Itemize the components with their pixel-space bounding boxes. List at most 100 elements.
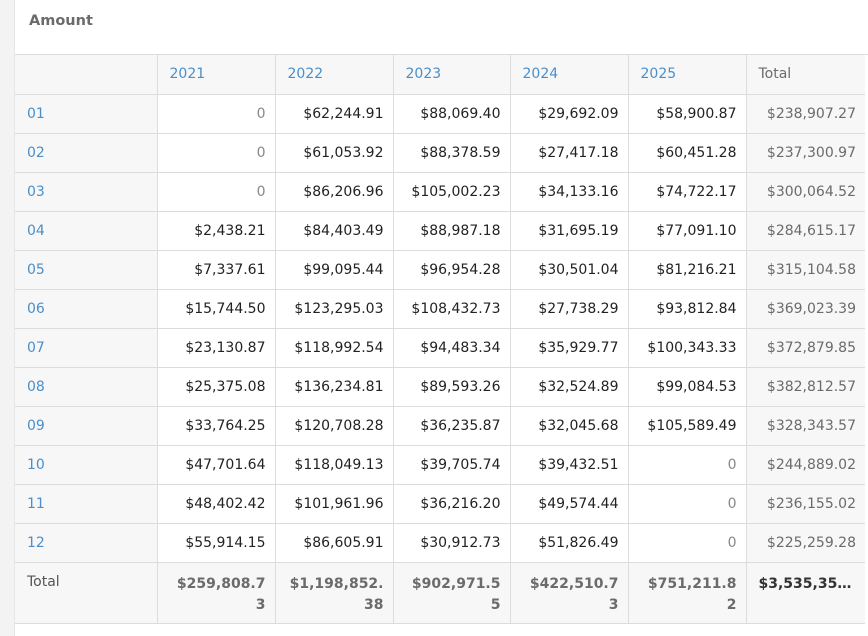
table-row: 03 0 $86,206.96 $105,002.23 $34,133.16 $74,72… bbox=[15, 172, 865, 212]
row-header[interactable]: 07 bbox=[15, 328, 158, 368]
value-cell: $55,914.15 bbox=[157, 523, 276, 563]
value-cell: $27,738.29 bbox=[510, 289, 629, 329]
row-total-cell: $236,155.02 bbox=[746, 484, 865, 524]
value-cell: $48,402.42 bbox=[157, 484, 276, 524]
row-header[interactable]: 09 bbox=[15, 406, 158, 446]
table-row: 10 $47,701.64 $118,049.13 $39,705.74 $39,432… bbox=[15, 445, 865, 485]
value-cell: $39,432.51 bbox=[510, 445, 629, 485]
value-cell: $86,206.96 bbox=[275, 172, 394, 212]
grand-total-cell: $3,535,355... bbox=[746, 562, 865, 624]
column-header-total: Total bbox=[746, 55, 865, 95]
value-cell: $99,095.44 bbox=[275, 250, 394, 290]
value-cell: $99,084.53 bbox=[628, 367, 747, 407]
value-cell: $33,764.25 bbox=[157, 406, 276, 446]
table-row: 01 0 $62,244.91 $88,069.40 $29,692.09 $58,900… bbox=[15, 94, 865, 134]
column-total-cell: $259,808.73 bbox=[157, 562, 276, 624]
table-row: 09 $33,764.25 $120,708.28 $36,235.87 $32,045… bbox=[15, 406, 865, 446]
row-total-cell: $237,300.97 bbox=[746, 133, 865, 173]
row-total-cell: $382,812.57 bbox=[746, 367, 865, 407]
value-cell: $93,812.84 bbox=[628, 289, 747, 329]
value-cell: $105,002.23 bbox=[393, 172, 511, 212]
value-cell: $105,589.49 bbox=[628, 406, 747, 446]
column-total-cell: $422,510.73 bbox=[510, 562, 629, 624]
pivot-table-panel: Amount 2021 2022 2023 2024 2025 Total 01… bbox=[14, 0, 868, 636]
totals-row-label: Total bbox=[15, 562, 158, 624]
value-cell: 0 bbox=[157, 172, 276, 212]
column-total-cell: $1,198,852.38 bbox=[275, 562, 394, 624]
value-cell: $136,234.81 bbox=[275, 367, 394, 407]
value-cell: $30,501.04 bbox=[510, 250, 629, 290]
value-cell: $49,574.44 bbox=[510, 484, 629, 524]
value-cell: 0 bbox=[628, 484, 747, 524]
value-cell: $120,708.28 bbox=[275, 406, 394, 446]
table-row: 07 $23,130.87 $118,992.54 $94,483.34 $35,929… bbox=[15, 328, 865, 368]
row-total-cell: $225,259.28 bbox=[746, 523, 865, 563]
table-row: 05 $7,337.61 $99,095.44 $96,954.28 $30,501.0… bbox=[15, 250, 865, 290]
value-cell: 0 bbox=[157, 94, 276, 134]
row-header[interactable]: 02 bbox=[15, 133, 158, 173]
value-cell: $77,091.10 bbox=[628, 211, 747, 251]
value-cell: $39,705.74 bbox=[393, 445, 511, 485]
column-header-2025[interactable]: 2025 bbox=[628, 55, 747, 95]
value-cell: $100,343.33 bbox=[628, 328, 747, 368]
table-row: 11 $48,402.42 $101,961.96 $36,216.20 $49,574… bbox=[15, 484, 865, 524]
pivot-table: 2021 2022 2023 2024 2025 Total 01 0 $62,24… bbox=[15, 55, 865, 624]
value-cell: $60,451.28 bbox=[628, 133, 747, 173]
table-row: 08 $25,375.08 $136,234.81 $89,593.26 $32,524… bbox=[15, 367, 865, 407]
value-cell: $118,049.13 bbox=[275, 445, 394, 485]
value-cell: $84,403.49 bbox=[275, 211, 394, 251]
value-cell: $108,432.73 bbox=[393, 289, 511, 329]
row-total-cell: $244,889.02 bbox=[746, 445, 865, 485]
row-header[interactable]: 01 bbox=[15, 94, 158, 134]
value-cell: $74,722.17 bbox=[628, 172, 747, 212]
row-header[interactable]: 03 bbox=[15, 172, 158, 212]
value-cell: $32,045.68 bbox=[510, 406, 629, 446]
value-cell: $118,992.54 bbox=[275, 328, 394, 368]
row-header[interactable]: 06 bbox=[15, 289, 158, 329]
value-cell: $86,605.91 bbox=[275, 523, 394, 563]
totals-row: Total $259,808.73 $1,198,852.38 $902,971.55… bbox=[15, 562, 865, 624]
row-total-cell: $300,064.52 bbox=[746, 172, 865, 212]
value-cell: $96,954.28 bbox=[393, 250, 511, 290]
value-cell: $25,375.08 bbox=[157, 367, 276, 407]
table-row: 02 0 $61,053.92 $88,378.59 $27,417.18 $60,451… bbox=[15, 133, 865, 173]
value-cell: $29,692.09 bbox=[510, 94, 629, 134]
column-header-2022[interactable]: 2022 bbox=[275, 55, 394, 95]
row-header[interactable]: 05 bbox=[15, 250, 158, 290]
measure-title: Amount bbox=[15, 0, 868, 55]
row-total-cell: $315,104.58 bbox=[746, 250, 865, 290]
value-cell: $47,701.64 bbox=[157, 445, 276, 485]
column-total-cell: $751,211.82 bbox=[628, 562, 747, 624]
column-header-2024[interactable]: 2024 bbox=[510, 55, 629, 95]
row-total-cell: $238,907.27 bbox=[746, 94, 865, 134]
value-cell: $51,826.49 bbox=[510, 523, 629, 563]
row-header[interactable]: 10 bbox=[15, 445, 158, 485]
row-header[interactable]: 12 bbox=[15, 523, 158, 563]
value-cell: $7,337.61 bbox=[157, 250, 276, 290]
value-cell: 0 bbox=[157, 133, 276, 173]
column-header-row: 2021 2022 2023 2024 2025 Total bbox=[15, 55, 865, 95]
value-cell: $88,069.40 bbox=[393, 94, 511, 134]
value-cell: $89,593.26 bbox=[393, 367, 511, 407]
column-header-2023[interactable]: 2023 bbox=[393, 55, 511, 95]
value-cell: $27,417.18 bbox=[510, 133, 629, 173]
column-header-2021[interactable]: 2021 bbox=[157, 55, 276, 95]
row-header[interactable]: 08 bbox=[15, 367, 158, 407]
corner-cell bbox=[15, 55, 158, 95]
value-cell: $2,438.21 bbox=[157, 211, 276, 251]
row-header[interactable]: 04 bbox=[15, 211, 158, 251]
table-row: 12 $55,914.15 $86,605.91 $30,912.73 $51,826.… bbox=[15, 523, 865, 563]
table-row: 06 $15,744.50 $123,295.03 $108,432.73 $27,73… bbox=[15, 289, 865, 329]
value-cell: $34,133.16 bbox=[510, 172, 629, 212]
value-cell: $23,130.87 bbox=[157, 328, 276, 368]
row-total-cell: $372,879.85 bbox=[746, 328, 865, 368]
row-header[interactable]: 11 bbox=[15, 484, 158, 524]
value-cell: $62,244.91 bbox=[275, 94, 394, 134]
value-cell: $15,744.50 bbox=[157, 289, 276, 329]
value-cell: $81,216.21 bbox=[628, 250, 747, 290]
value-cell: $32,524.89 bbox=[510, 367, 629, 407]
table-row: 04 $2,438.21 $84,403.49 $88,987.18 $31,695.1… bbox=[15, 211, 865, 251]
value-cell: $88,378.59 bbox=[393, 133, 511, 173]
value-cell: $35,929.77 bbox=[510, 328, 629, 368]
column-total-cell: $902,971.55 bbox=[393, 562, 511, 624]
